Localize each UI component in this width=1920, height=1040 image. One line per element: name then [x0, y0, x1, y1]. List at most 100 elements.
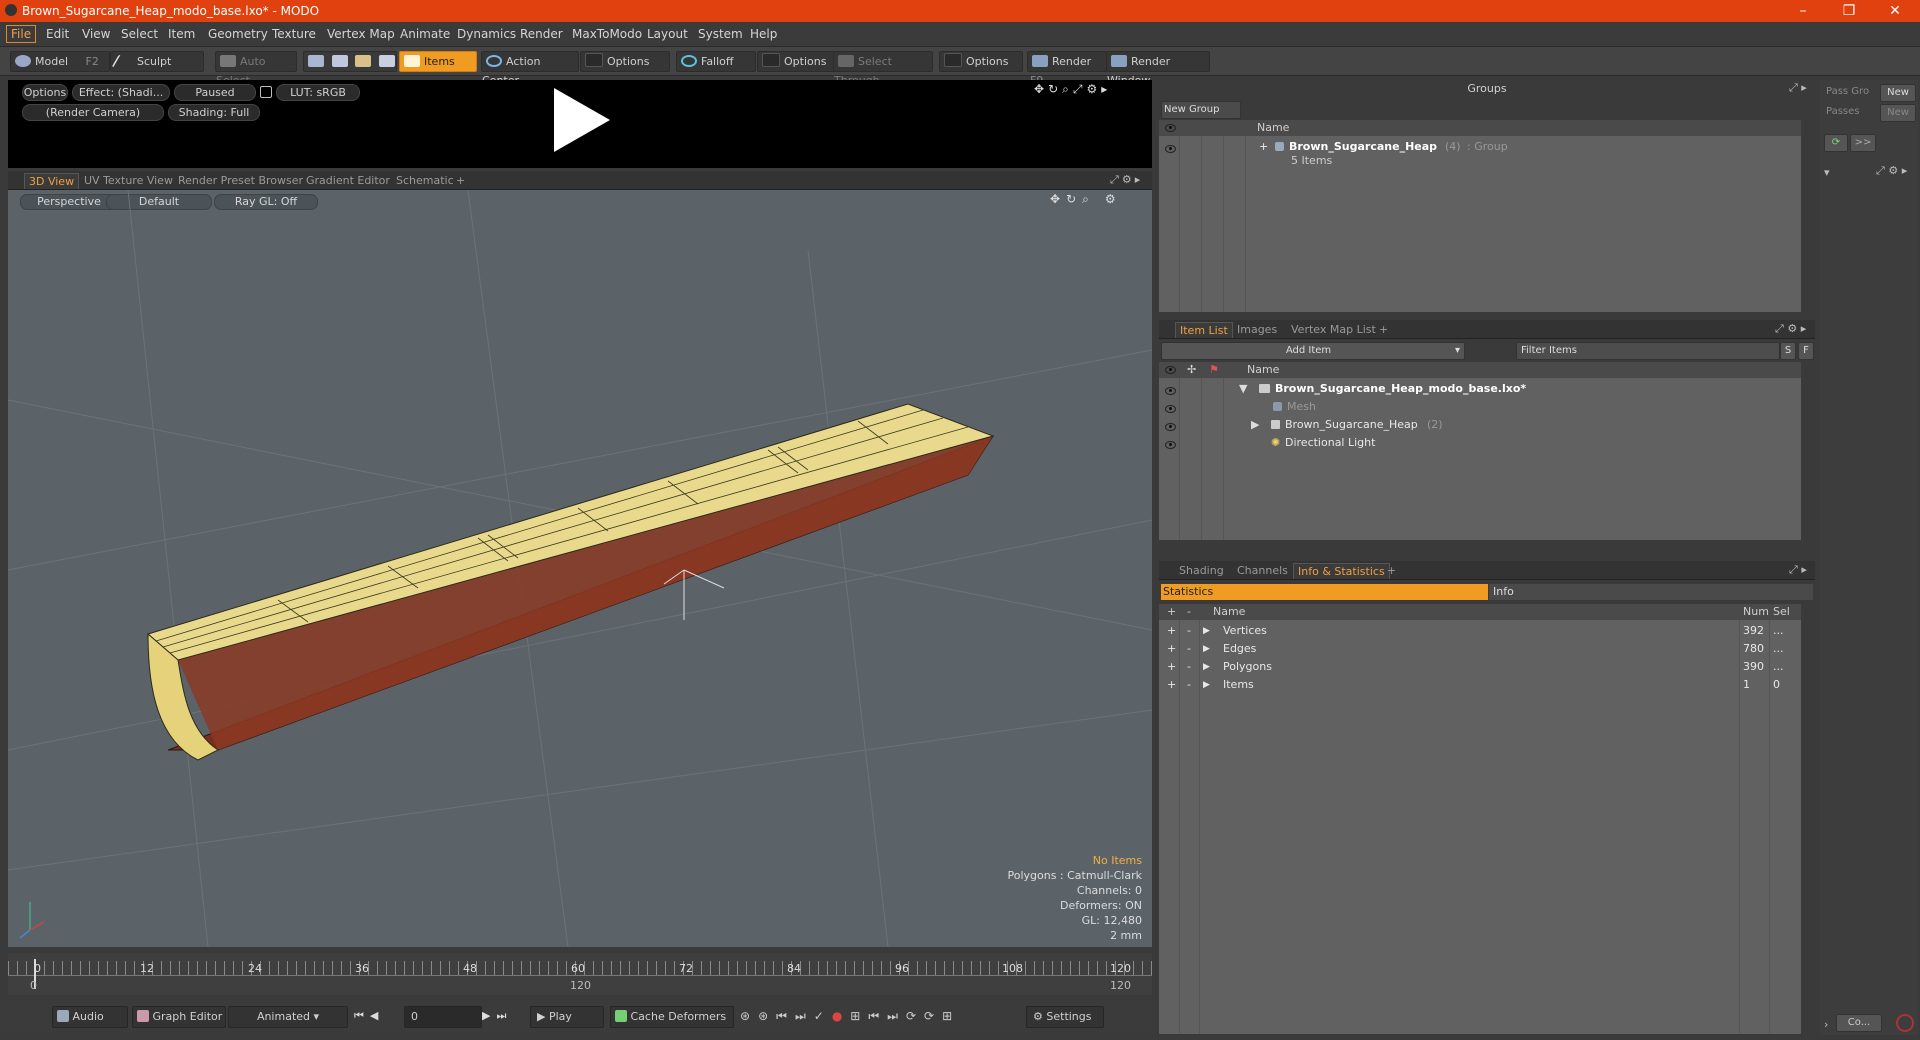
edges-mode-icon[interactable]	[331, 55, 348, 67]
tab-images[interactable]: Images	[1233, 322, 1281, 337]
add-tab-button[interactable]: +	[1375, 322, 1392, 337]
stop-icon[interactable]	[1896, 1014, 1914, 1032]
audio-button[interactable]: Audio	[52, 1006, 128, 1028]
expand-arrow-icon[interactable]: ▶	[1203, 622, 1210, 640]
expand-arrow-icon[interactable]: ▶	[1203, 676, 1210, 694]
list-item[interactable]: ▶ Brown_Sugarcane_Heap (2)	[1159, 416, 1801, 434]
render-window-button[interactable]: Render Window	[1106, 51, 1210, 87]
render-button[interactable]: Render F9	[1027, 51, 1107, 87]
list-item[interactable]: Mesh	[1159, 398, 1801, 416]
dropdown-arrow-icon[interactable]: ▾	[1824, 166, 1830, 179]
frame-input[interactable]: 0	[404, 1006, 482, 1028]
expand-icon[interactable]: +	[1167, 658, 1176, 676]
gear-icon[interactable]: ⚙	[1787, 322, 1797, 335]
expand-icon[interactable]: ⤢	[1876, 164, 1885, 177]
table-row[interactable]: + - ▶ Edges 780 ...	[1159, 640, 1801, 658]
menu-vertex-map[interactable]: Vertex Map	[323, 26, 399, 42]
arrow-right-icon[interactable]: ▸	[1101, 82, 1111, 96]
list-item[interactable]: ▼ Brown_Sugarcane_Heap_modo_base.lxo*	[1159, 380, 1801, 398]
options-icon[interactable]: ⊞	[942, 1009, 960, 1023]
lut-dropdown[interactable]: LUT: sRGB	[276, 84, 360, 101]
new-group-button[interactable]: New Group	[1161, 101, 1241, 119]
expand-icon[interactable]: ⤢	[1110, 173, 1122, 186]
tab-schematic[interactable]: Schematic	[392, 173, 458, 188]
step-back-icon[interactable]: ◀	[370, 1009, 384, 1022]
tab-channels[interactable]: Channels	[1233, 563, 1292, 578]
model-mode-button[interactable]: Model F2	[10, 51, 110, 72]
filter-items-input[interactable]: Filter Items	[1516, 342, 1780, 360]
collapse-icon[interactable]: -	[1187, 676, 1191, 694]
expand-icon[interactable]: ⤢	[1789, 563, 1798, 576]
falloff-options-button[interactable]: Options	[757, 51, 837, 72]
menu-edit[interactable]: Edit	[42, 26, 73, 42]
settings-button[interactable]: ⚙ Settings	[1026, 1006, 1104, 1028]
menu-select[interactable]: Select	[117, 26, 162, 42]
auto-key-icon[interactable]: ⊛	[758, 1009, 776, 1023]
menu-dynamics[interactable]: Dynamics	[453, 26, 520, 42]
tab-render-preset-browser[interactable]: Render Preset Browser	[174, 173, 307, 188]
preview-options-button[interactable]: Options	[22, 84, 68, 101]
tab-3d-view[interactable]: 3D View	[24, 173, 80, 189]
select-through-options-button[interactable]: Options	[939, 51, 1023, 72]
visibility-icon[interactable]	[1165, 145, 1176, 153]
collapse-arrow-icon[interactable]: ▼	[1239, 380, 1247, 398]
tab-uv-texture-view[interactable]: UV Texture View	[80, 173, 177, 188]
check-icon[interactable]: ✓	[814, 1009, 832, 1023]
table-row[interactable]: + - ▶ Vertices 392 ...	[1159, 622, 1801, 640]
menu-help[interactable]: Help	[746, 26, 781, 42]
collapse-all-icon[interactable]: -	[1187, 604, 1191, 620]
key-options-icon[interactable]: ⊞	[850, 1009, 868, 1023]
tab-gradient-editor[interactable]: Gradient Editor	[302, 173, 394, 188]
record-icon[interactable]: ●	[832, 1009, 850, 1023]
add-tab-button[interactable]: +	[452, 173, 469, 188]
cache-deformers-button[interactable]: Cache Deformers	[610, 1006, 734, 1028]
expand-icon[interactable]: +	[1167, 640, 1176, 658]
menu-view[interactable]: View	[78, 26, 114, 42]
menu-maxtomodo[interactable]: MaxToModo	[568, 26, 646, 42]
close-button[interactable]: ✕	[1872, 0, 1918, 22]
action-center-button[interactable]: Action Center	[481, 51, 579, 87]
next-key-icon[interactable]: ⏭	[795, 1009, 814, 1023]
animated-dropdown[interactable]: Animated ▾	[228, 1006, 348, 1028]
expand-icon[interactable]: +	[1167, 676, 1176, 694]
collapse-icon[interactable]: -	[1187, 622, 1191, 640]
skip-end-icon[interactable]: ⏭	[496, 1009, 512, 1022]
arrow-right-icon[interactable]: ▸	[1801, 322, 1807, 335]
menu-animate[interactable]: Animate	[396, 26, 454, 42]
viewport-3d[interactable]: Perspective Default Ray GL: Off ✥↻⌕ ⚙ No…	[8, 190, 1152, 947]
info-tab[interactable]: Info	[1489, 584, 1813, 600]
list-item[interactable]: ✺ Directional Light	[1159, 434, 1801, 452]
filter-f-button[interactable]: F	[1798, 342, 1814, 360]
tab-item-list[interactable]: Item List	[1175, 322, 1233, 338]
sync-icon[interactable]: ⟳	[924, 1009, 942, 1023]
expand-icon[interactable]: ⤢	[1073, 82, 1087, 96]
materials-mode-icon[interactable]	[378, 55, 395, 67]
refresh-icon[interactable]: ⟳	[1824, 134, 1848, 152]
add-item-dropdown[interactable]: Add Item ▾	[1161, 342, 1465, 360]
expand-icon[interactable]: ⤢	[1775, 322, 1784, 335]
play-icon[interactable]	[544, 86, 614, 156]
render-camera-dropdown[interactable]: (Render Camera)	[22, 104, 164, 121]
expand-all-icon[interactable]: +	[1167, 604, 1176, 620]
arrow-right-icon[interactable]: ▸	[1902, 164, 1908, 177]
visibility-icon[interactable]	[1165, 387, 1176, 395]
expand-arrow-icon[interactable]: ▶	[1203, 658, 1210, 676]
sculpt-mode-button[interactable]: Sculpt	[110, 51, 204, 72]
play-button[interactable]: ▶ Play	[530, 1006, 604, 1028]
command-button[interactable]: Co...	[1836, 1014, 1882, 1032]
new-pass-button[interactable]: New	[1880, 104, 1916, 122]
gear-icon[interactable]: ⚙	[1086, 82, 1101, 96]
tab-vertex-map-list[interactable]: Vertex Map List	[1287, 322, 1380, 337]
menu-file[interactable]: File	[6, 25, 37, 43]
auto-select-button[interactable]: Auto Select	[215, 51, 297, 87]
range-start-icon[interactable]: ⏮	[868, 1009, 887, 1023]
expand-toggle-icon[interactable]: +	[1259, 138, 1268, 156]
graph-editor-button[interactable]: Graph Editor	[132, 1006, 226, 1028]
rotate-icon[interactable]: ↻	[1048, 82, 1062, 96]
menu-system[interactable]: System	[694, 26, 747, 42]
menu-layout[interactable]: Layout	[643, 26, 692, 42]
menu-texture[interactable]: Texture	[268, 26, 320, 42]
arrow-right-icon[interactable]: ›	[1824, 1018, 1828, 1031]
collapse-icon[interactable]: -	[1187, 658, 1191, 676]
polygons-mode-icon[interactable]	[355, 55, 371, 67]
